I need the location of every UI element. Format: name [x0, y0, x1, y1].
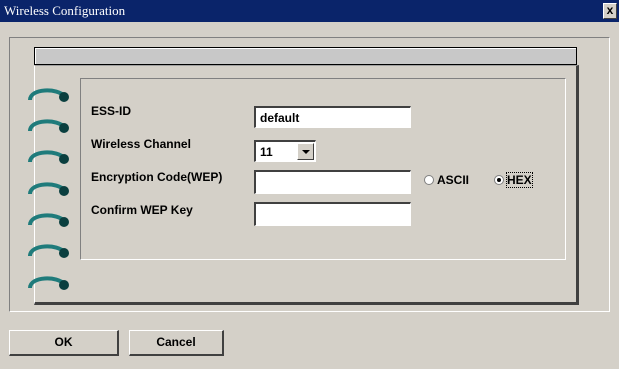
binder-ring-icon — [28, 276, 69, 290]
binder-ring-icon — [28, 213, 69, 227]
encryption-code-input[interactable] — [254, 170, 411, 194]
notebook-tab-strip — [34, 47, 577, 65]
binder-ring-icon — [28, 88, 69, 102]
confirm-wep-key-input[interactable] — [254, 202, 411, 226]
confirm-wep-key-label: Confirm WEP Key — [91, 203, 193, 217]
wireless-channel-label: Wireless Channel — [91, 137, 191, 151]
chevron-down-icon[interactable] — [297, 143, 314, 160]
binder-ring-icon — [28, 182, 69, 196]
title-bar[interactable]: Wireless Configuration x — [0, 0, 619, 22]
wireless-channel-select[interactable]: 11 — [254, 140, 316, 162]
ascii-radio-label[interactable]: ASCII — [437, 173, 469, 187]
ess-id-label: ESS-ID — [91, 104, 132, 118]
wireless-channel-value: 11 — [260, 145, 273, 159]
hex-radio-label[interactable]: HEX — [506, 172, 533, 188]
close-icon: x — [606, 3, 614, 17]
wireless-configuration-dialog: Wireless Configuration x ESS-ID default … — [0, 0, 619, 369]
binder-ring-icon — [28, 150, 69, 164]
encryption-code-label: Encryption Code(WEP) — [91, 170, 223, 184]
ess-id-input[interactable]: default — [254, 106, 411, 128]
ok-button[interactable]: OK — [9, 330, 119, 356]
cancel-button[interactable]: Cancel — [129, 330, 224, 356]
close-button[interactable]: x — [603, 3, 617, 19]
hex-radio[interactable] — [494, 175, 504, 185]
window-title: Wireless Configuration — [4, 3, 126, 18]
binder-ring-icon — [28, 244, 69, 258]
binder-ring-icon — [28, 119, 69, 133]
ascii-radio[interactable] — [424, 175, 434, 185]
